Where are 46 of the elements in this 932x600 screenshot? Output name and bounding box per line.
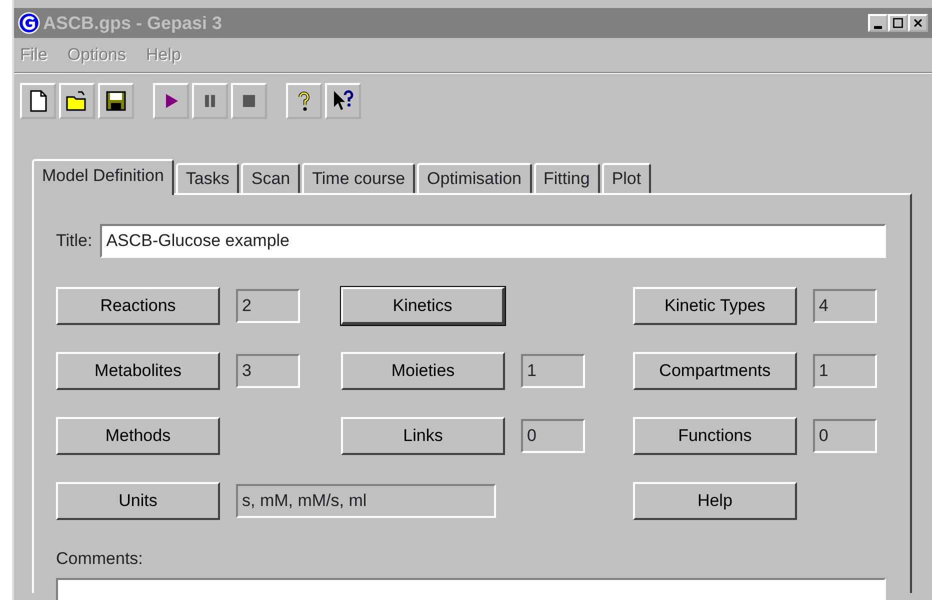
comments-field[interactable] <box>56 578 886 600</box>
action-button[interactable]: Compartments <box>632 352 797 390</box>
action-button[interactable]: Help <box>632 482 797 520</box>
folder-button[interactable] <box>59 83 95 119</box>
action-button[interactable]: Links <box>341 417 505 455</box>
tab[interactable]: Scan <box>241 163 300 193</box>
value-field: s, mM, mM/s, ml <box>236 484 496 518</box>
tab[interactable]: Tasks <box>176 163 240 193</box>
value-field: 0 <box>521 419 585 453</box>
title-label: Title: <box>56 230 92 252</box>
title-field[interactable]: ASCB-Glucose example <box>100 224 886 258</box>
action-button[interactable]: Units <box>56 482 220 520</box>
window-title: ASCB.gps - Gepasi 3 <box>43 12 224 35</box>
tab[interactable]: Time course <box>302 163 416 193</box>
value-field: 1 <box>812 354 877 388</box>
action-button[interactable]: Moieties <box>341 352 505 390</box>
tab[interactable]: Model Definition <box>32 159 174 195</box>
minimize-button[interactable] <box>868 14 888 32</box>
value-field: 4 <box>812 289 877 323</box>
maximize-icon <box>892 17 904 29</box>
app-logo-icon <box>18 12 40 34</box>
page-button[interactable] <box>20 83 56 119</box>
maximize-button[interactable] <box>888 14 908 32</box>
folder-icon <box>65 89 89 113</box>
action-button[interactable]: Methods <box>56 417 220 455</box>
action-button[interactable]: Kinetic Types <box>632 287 797 325</box>
tab[interactable]: Plot <box>602 163 652 193</box>
arrow-question-button[interactable] <box>325 83 361 119</box>
question-mark-button[interactable] <box>286 83 322 119</box>
value-field: 2 <box>236 289 300 323</box>
tab[interactable]: Fitting <box>534 163 600 193</box>
floppy-disk-button[interactable] <box>98 83 134 119</box>
action-button[interactable]: Functions <box>632 417 797 455</box>
comments-label: Comments: <box>56 548 144 570</box>
arrow-question-icon <box>331 89 355 113</box>
tab[interactable]: Optimisation <box>417 163 532 193</box>
value-field: 1 <box>521 354 585 388</box>
minimize-icon <box>874 26 882 28</box>
action-button[interactable]: Reactions <box>56 287 220 325</box>
play-button[interactable] <box>153 83 189 119</box>
value-field: 3 <box>236 354 300 388</box>
value-field: 0 <box>812 419 877 453</box>
close-button[interactable] <box>908 14 928 32</box>
close-icon <box>912 17 924 29</box>
action-button[interactable]: Metabolites <box>56 352 220 390</box>
action-button[interactable]: Kinetics <box>341 287 505 325</box>
